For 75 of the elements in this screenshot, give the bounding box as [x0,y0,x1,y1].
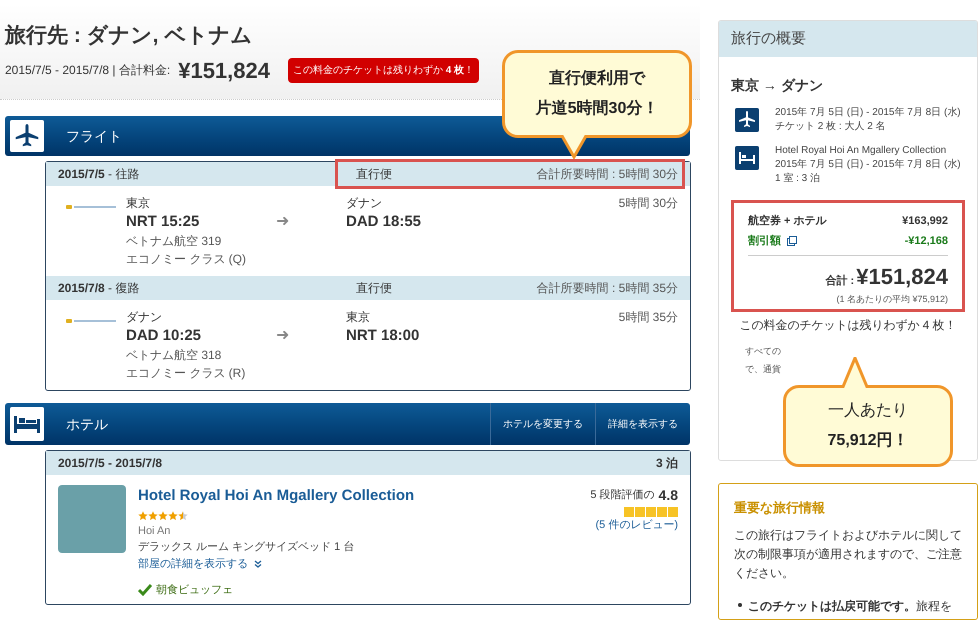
section-title: フライト [66,126,122,146]
airplane-icon [13,123,41,149]
info-text: この旅行はフライトおよびホテルに関して次の制限事項が適用されますので、ご注意ください。 [734,526,962,582]
hotel-name-link[interactable]: Hotel Royal Hoi An Mgallery Collection [138,485,414,508]
room-details-link[interactable]: 部屋の詳細を表示する [138,556,414,572]
total-price: ¥151,824 [856,263,948,291]
reviews-link[interactable]: (5 件のレビュー) [596,517,678,534]
flight-duration: 5時間 30分 [618,195,678,212]
popup-icon [787,236,797,246]
price-label: 航空券 + ホテル [748,214,827,229]
flight-type: 直行便 [356,280,392,297]
section-title: ホテル [66,414,108,434]
flight-number: ベトナム航空 319 [126,233,222,250]
hotel-dates: 2015年 7月 5日 (日) - 2015年 7月 8日 (水) [775,158,961,172]
airline-logo [66,204,118,209]
total-label: 合計 : [826,274,854,289]
stay-dates: 2015/7/5 - 2015/7/8 [58,455,162,472]
arrival-time: DAD 18:55 [346,212,422,232]
room-type: デラックス ルーム キングサイズベッド 1 台 [138,540,356,555]
flight-duration: 5時間 35分 [618,309,678,326]
page-title: 旅行先 : ダナン, ベトナム [5,23,254,49]
callout-text: 片道5時間30分！ [536,98,658,119]
city-name: ダナン [126,309,163,326]
nights-count: 3 泊 [656,455,678,472]
callout-text: 直行便利用で [549,68,645,89]
airline-logo [66,318,118,323]
ticket-count: チケット 2 枚 : 大人 2 名 [775,120,887,134]
total-price: ¥151,824 [178,56,270,84]
bullet-icon [738,602,742,606]
note-text: で、通貨 [745,362,781,376]
header-button[interactable]: 詳細を表示する [595,403,690,445]
amenity-text: 朝食ビュッフェ [156,583,233,598]
callout-text: 一人あたり [828,401,908,421]
photo-placeholder [58,485,126,553]
availability-note: この料金のチケットは残りわずか 4 枚！ [738,316,958,334]
departure-time: DAD 10:25 [126,326,202,346]
info-title: 重要な旅行情報 [734,499,826,517]
leg-date: 2015/7/5 - 往路 [58,166,140,183]
price-amount: -¥12,168 [904,234,948,249]
route-title: 東京 → ダナン [731,76,824,95]
info-bullet: このチケットは払戻可能です。旅程を [748,598,952,614]
city-name: 東京 [346,309,371,326]
summary-title: 旅行の概要 [731,28,806,49]
total-time: 合計所要時間 : 5時間 35分 [536,280,678,297]
leg-date: 2015/7/8 - 復路 [58,280,140,297]
chevron-icon [254,560,262,568]
header-button[interactable]: ホテルを変更する [490,403,595,445]
note-text: すべての [745,344,781,358]
hotel-name: Hotel Royal Hoi An Mgallery Collection [775,144,948,158]
hotel-location: Hoi An [138,524,172,538]
flight-number: ベトナム航空 318 [126,347,222,364]
city-name: 東京 [126,195,151,212]
room-count: 1 室 : 3 泊 [775,172,822,186]
trip-dates: 2015/7/5 - 2015/7/8 | 合計料金: [5,62,170,79]
rating-score: 4.8 [658,486,678,505]
cabin-class: エコノミー クラス (R) [126,365,246,382]
rating-label: 5 段階評価の [590,488,655,504]
departure-time: NRT 15:25 [126,212,200,232]
cabin-class: エコノミー クラス (Q) [126,251,247,268]
alert-badge: この料金のチケットは残りわずか 4 枚！ [288,58,480,82]
total-time: 合計所要時間 : 5時間 30分 [536,166,678,183]
flight-type: 直行便 [356,166,392,183]
flight-dates: 2015年 7月 5日 (日) - 2015年 7月 8日 (水) [775,106,961,120]
per-person-price: (1 名あたりの平均 ¥75,912) [835,293,948,306]
callout-text: 75,912円！ [828,431,908,451]
arrow-icon: ➜ [276,194,346,276]
bed-icon [13,414,41,434]
airplane-icon [735,108,759,132]
arrival-time: NRT 18:00 [346,326,420,346]
bed-icon [735,146,759,170]
city-name: ダナン [346,195,383,212]
checkmark-icon [138,584,152,596]
price-amount: ¥163,992 [902,214,948,229]
arrow-icon: ➜ [276,308,346,390]
price-label: 割引額 [748,234,781,249]
